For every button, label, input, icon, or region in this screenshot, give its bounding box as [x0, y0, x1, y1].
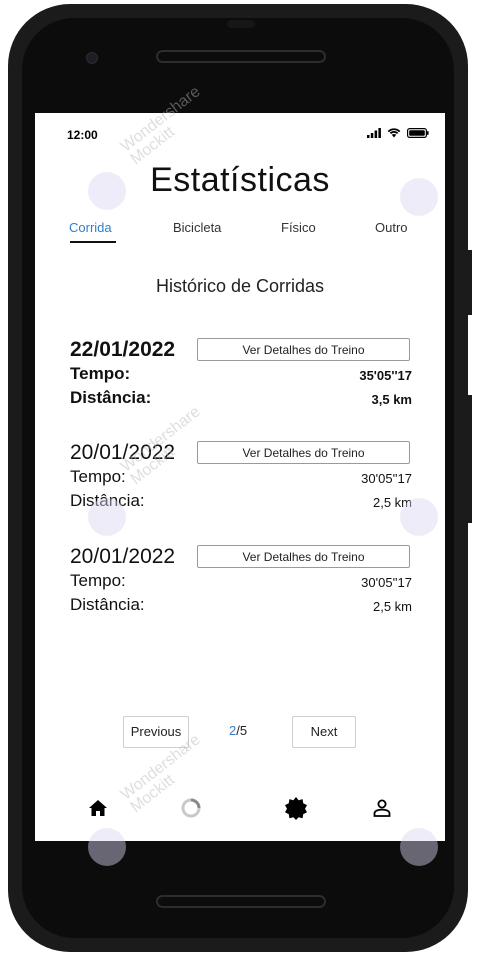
time-label: Tempo: [70, 364, 131, 383]
time-label: Tempo: [70, 571, 126, 590]
time-label: Tempo: [70, 467, 126, 486]
side-button-volume[interactable] [468, 395, 472, 523]
tab-corrida[interactable]: Corrida [69, 220, 112, 235]
tab-fisico[interactable]: Físico [281, 220, 316, 235]
user-icon[interactable] [369, 795, 395, 821]
section-title: Histórico de Corridas [155, 276, 325, 296]
distance-label: Distância: [70, 491, 145, 510]
home-icon[interactable] [85, 795, 111, 821]
front-camera [86, 52, 98, 64]
distance-value: 2,5 km [372, 599, 412, 614]
signal-icon [367, 127, 381, 138]
status-time: 12:00 [67, 128, 98, 142]
view-details-button[interactable]: Ver Detalhes do Treino [197, 338, 410, 361]
bottom-navigation [35, 783, 445, 833]
status-bar: 12:00 [35, 113, 445, 153]
pagination: Previous 2/5 Next [35, 716, 445, 748]
bottom-speaker [156, 895, 326, 908]
entry-date: 20/01/2022 [70, 545, 176, 568]
active-tab-indicator [70, 241, 116, 243]
entry-date: 22/01/2022 [70, 338, 176, 361]
distance-label: Distância: [70, 595, 145, 614]
view-details-button[interactable]: Ver Detalhes do Treino [197, 441, 410, 464]
top-sensor [227, 20, 255, 28]
badge-icon[interactable] [283, 795, 309, 821]
loading-ring-icon[interactable] [178, 795, 204, 821]
side-button-power[interactable] [468, 250, 472, 315]
next-page-button[interactable]: Next [292, 716, 356, 748]
wifi-icon [387, 128, 401, 138]
status-icons [367, 127, 429, 138]
app-screen: 12:00 Estatísticas Corrida Bicicleta Fís… [35, 113, 445, 841]
view-details-button[interactable]: Ver Detalhes do Treino [197, 545, 410, 568]
battery-icon [407, 127, 429, 138]
page-indicator: 2/5 [229, 723, 247, 738]
distance-label: Distância: [70, 388, 152, 407]
entry-date: 20/01/2022 [70, 441, 176, 464]
total-pages: 5 [239, 723, 248, 738]
top-speaker [156, 50, 326, 63]
time-value: 30'05''17 [361, 575, 412, 590]
distance-value: 3,5 km [371, 392, 412, 407]
previous-page-button[interactable]: Previous [123, 716, 189, 748]
distance-value: 2,5 km [372, 495, 412, 510]
time-value: 30'05''17 [361, 471, 412, 486]
tab-bicicleta[interactable]: Bicicleta [173, 220, 221, 235]
tab-outro[interactable]: Outro [375, 220, 408, 235]
page-title: Estatísticas [150, 161, 330, 199]
time-value: 35'05''17 [359, 368, 412, 383]
